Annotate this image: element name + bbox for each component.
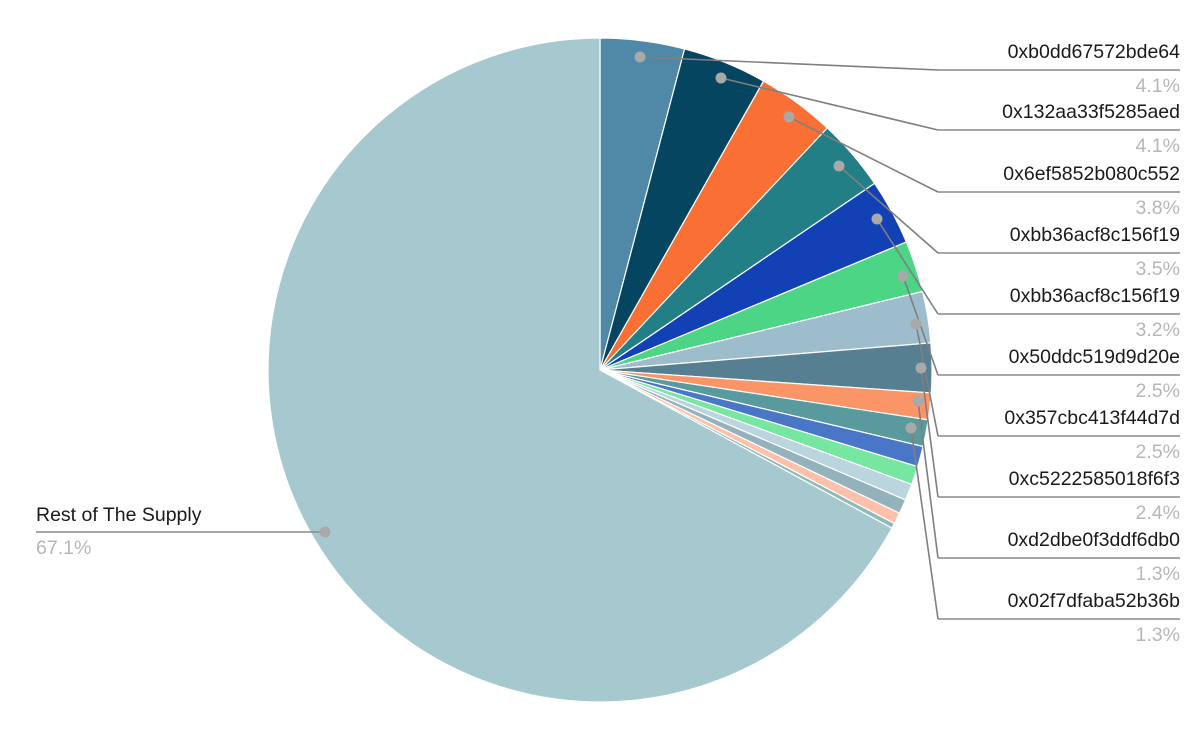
callout-label-text: 0xbb36acf8c156f19 bbox=[1010, 224, 1180, 246]
callout-leader-dot bbox=[905, 422, 917, 434]
callout-percent-text: 4.1% bbox=[1136, 75, 1180, 97]
callout-label-text: 0x6ef5852b080c552 bbox=[1003, 163, 1180, 185]
callout-label-text: 0xb0dd67572bde64 bbox=[1008, 41, 1181, 63]
callout-leader-dot bbox=[715, 72, 727, 84]
callout-leader-dot bbox=[915, 362, 927, 374]
pie-chart: 0xb0dd67572bde64 4.1% 0x132aa33f5285aed 4.1… bbox=[36, 37, 1181, 703]
callout-percent-text: 1.3% bbox=[1136, 624, 1180, 646]
callout-label-text: 0x132aa33f5285aed bbox=[1002, 101, 1180, 123]
callout-label-text: 0xbb36acf8c156f19 bbox=[1010, 285, 1180, 307]
callout-percent-text: 67.1% bbox=[36, 537, 91, 559]
callout-percent-text: 3.2% bbox=[1136, 319, 1180, 341]
callout-leader-dot bbox=[897, 270, 909, 282]
callout-percent-text: 2.4% bbox=[1136, 502, 1180, 524]
chart-canvas: 0xb0dd67572bde64 4.1% 0x132aa33f5285aed 4.1… bbox=[0, 0, 1200, 742]
callout-leader-dot bbox=[910, 318, 922, 330]
callout-percent-text: 2.5% bbox=[1136, 441, 1180, 463]
callout-label-text: 0x357cbc413f44d7d bbox=[1004, 407, 1180, 429]
callout-leader-dot bbox=[871, 213, 883, 225]
callout-label-text: Rest of The Supply bbox=[36, 504, 202, 526]
callout-leader-dot bbox=[833, 160, 845, 172]
callout-label-rest-of-supply[interactable]: Rest of The Supply 67.1% bbox=[36, 504, 331, 559]
callout-leader-dot bbox=[319, 526, 331, 538]
callout-leader-dot bbox=[912, 395, 924, 407]
callout-label-text: 0xc5222585018f6f3 bbox=[1009, 468, 1180, 490]
callout-label-text: 0xd2dbe0f3ddf6db0 bbox=[1008, 529, 1181, 551]
callout-percent-text: 2.5% bbox=[1136, 380, 1180, 402]
callout-label-text: 0x50ddc519d9d20e bbox=[1009, 346, 1180, 368]
callout-percent-text: 3.5% bbox=[1136, 258, 1180, 280]
callout-percent-text: 1.3% bbox=[1136, 563, 1180, 585]
pie-slices-group bbox=[267, 37, 933, 703]
callout-percent-text: 4.1% bbox=[1136, 135, 1180, 157]
callout-leader-dot bbox=[783, 111, 795, 123]
callout-percent-text: 3.8% bbox=[1136, 197, 1180, 219]
callout-label-text: 0x02f7dfaba52b36b bbox=[1008, 590, 1181, 612]
callout-leader-dot bbox=[634, 51, 646, 63]
